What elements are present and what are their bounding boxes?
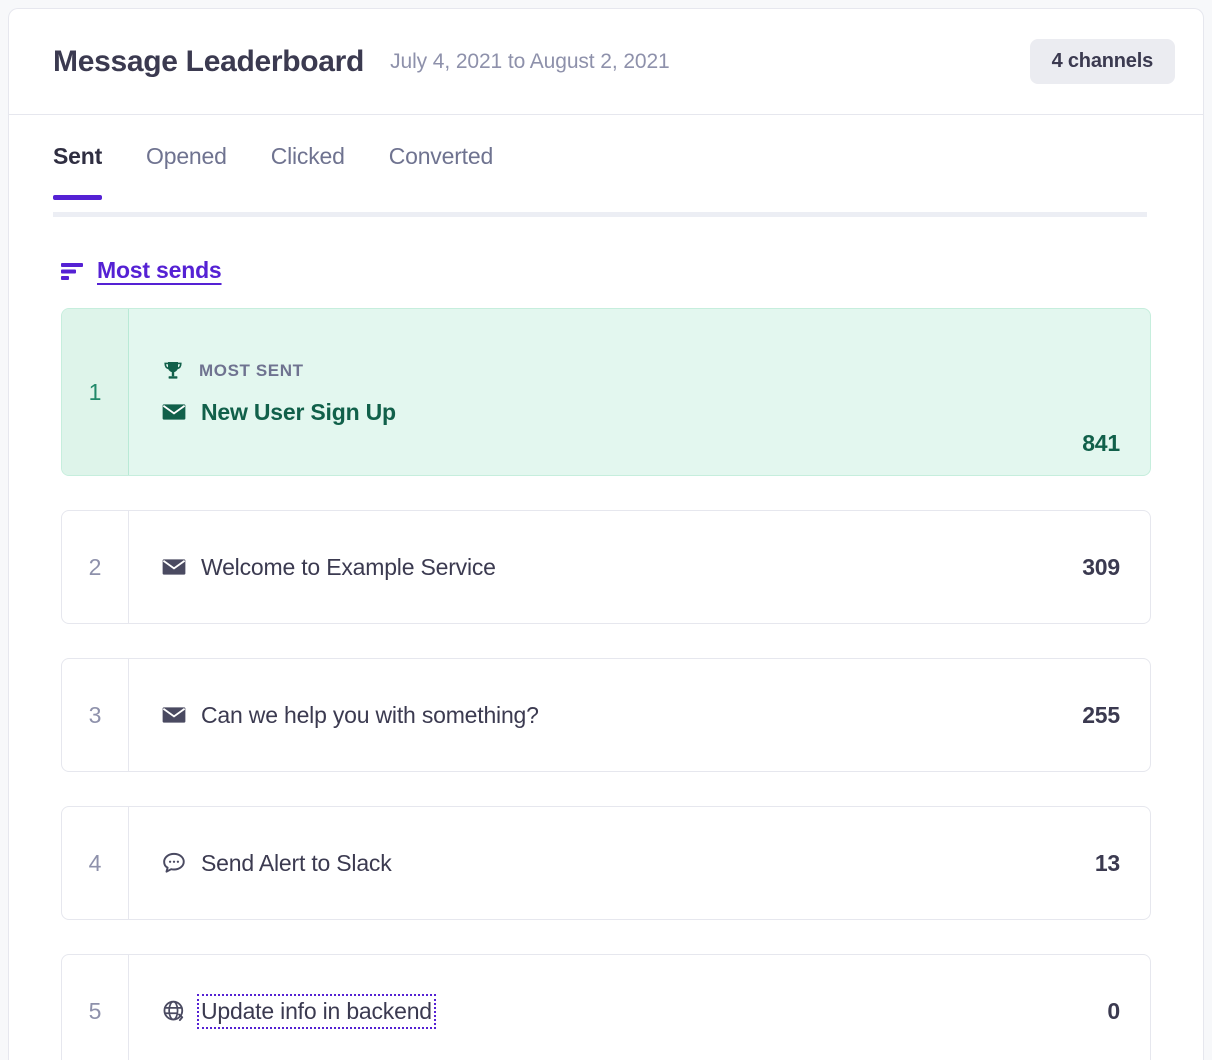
row-body: Update info in backend 0 — [129, 955, 1150, 1060]
tab-opened[interactable]: Opened — [146, 143, 227, 200]
channels-badge[interactable]: 4 channels — [1029, 39, 1175, 84]
leaderboard-row[interactable]: 4 Send Alert to Slack 13 — [61, 806, 1151, 920]
row-main: Send Alert to Slack — [161, 850, 1095, 877]
row-main: MOST SENT New User Sign Up — [161, 359, 1082, 426]
row-value: 841 — [1082, 430, 1120, 456]
row-rank: 2 — [62, 511, 129, 623]
row-main: Can we help you with something? — [161, 702, 1082, 729]
sort-link-label[interactable]: Most sends — [97, 257, 222, 284]
webhook-globe-icon — [161, 998, 187, 1024]
page-title: Message Leaderboard — [53, 44, 365, 78]
tabs-bar: Sent Opened Clicked Converted — [9, 115, 1203, 217]
message-line: Send Alert to Slack — [161, 850, 1095, 877]
email-icon — [161, 399, 187, 425]
message-name[interactable]: New User Sign Up — [201, 399, 396, 426]
tab-sent[interactable]: Sent — [53, 143, 102, 200]
tabs-list: Sent Opened Clicked Converted — [53, 115, 1203, 200]
row-body: MOST SENT New User Sign Up 841 — [129, 309, 1150, 475]
row-body: Welcome to Example Service 309 — [129, 511, 1150, 623]
message-name[interactable]: Update info in backend — [197, 993, 436, 1029]
leaderboard-rows: 1 MOST SENT New User Sign Up 841 2 Welcome to… — [9, 284, 1203, 1060]
tab-converted[interactable]: Converted — [389, 143, 494, 200]
message-name[interactable]: Welcome to Example Service — [201, 554, 496, 581]
date-range-label: July 4, 2021 to August 2, 2021 — [390, 49, 670, 73]
leaderboard-card: Message Leaderboard July 4, 2021 to Augu… — [8, 8, 1204, 1060]
row-rank: 1 — [62, 309, 129, 475]
message-name[interactable]: Can we help you with something? — [201, 702, 539, 729]
tab-underline-track — [53, 212, 1147, 217]
most-sent-label: MOST SENT — [199, 360, 304, 380]
sort-control[interactable]: Most sends — [9, 217, 1203, 284]
email-icon — [161, 554, 187, 580]
row-rank: 3 — [62, 659, 129, 771]
row-body: Can we help you with something? 255 — [129, 659, 1150, 771]
row-main: Welcome to Example Service — [161, 554, 1082, 581]
trophy-icon — [161, 359, 185, 383]
message-line: Update info in backend — [161, 993, 1107, 1029]
row-value: 0 — [1107, 997, 1120, 1024]
leaderboard-row[interactable]: 3 Can we help you with something? 255 — [61, 658, 1151, 772]
message-line: Can we help you with something? — [161, 702, 1082, 729]
most-sent-banner: MOST SENT — [161, 359, 1082, 383]
message-line: New User Sign Up — [161, 399, 1082, 426]
leaderboard-row[interactable]: 2 Welcome to Example Service 309 — [61, 510, 1151, 624]
leaderboard-row[interactable]: 1 MOST SENT New User Sign Up 841 — [61, 308, 1151, 476]
sort-descending-icon — [61, 262, 85, 280]
chat-bubble-icon — [161, 850, 187, 876]
card-header: Message Leaderboard July 4, 2021 to Augu… — [9, 9, 1203, 115]
row-body: Send Alert to Slack 13 — [129, 807, 1150, 919]
page-root: Message Leaderboard July 4, 2021 to Augu… — [0, 0, 1212, 1060]
message-line: Welcome to Example Service — [161, 554, 1082, 581]
row-value: 309 — [1082, 553, 1120, 580]
row-rank: 5 — [62, 955, 129, 1060]
email-icon — [161, 702, 187, 728]
row-value: 13 — [1094, 849, 1120, 876]
leaderboard-row[interactable]: 5 Update info in backend 0 — [61, 954, 1151, 1060]
tab-clicked[interactable]: Clicked — [271, 143, 345, 200]
row-rank: 4 — [62, 807, 129, 919]
row-value: 255 — [1082, 701, 1120, 728]
message-name[interactable]: Send Alert to Slack — [201, 850, 392, 877]
row-main: Update info in backend — [161, 993, 1107, 1029]
